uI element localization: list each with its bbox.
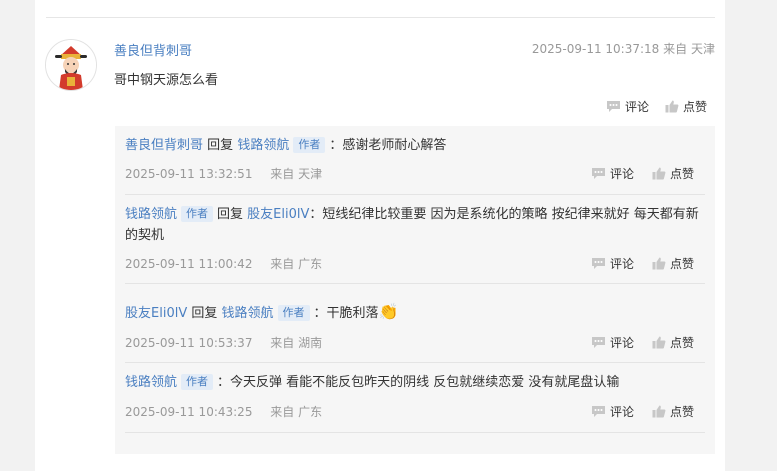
comment-like-button[interactable]: 点赞 bbox=[665, 98, 707, 115]
comment-reply-label: 评论 bbox=[624, 100, 649, 114]
reply-from-label: 来自 bbox=[270, 405, 295, 419]
reply-from-user[interactable]: 股友Eli0lV bbox=[125, 306, 187, 321]
reply-divider bbox=[125, 362, 705, 363]
reply-text: ：今天反弹 看能不能反包昨天的阴线 反包就继续恋爱 没有就尾盘认输 bbox=[217, 375, 620, 390]
caishen-avatar-icon bbox=[46, 40, 96, 90]
reply-word: 回复 bbox=[191, 306, 218, 321]
reply-location: 广东 bbox=[298, 257, 323, 271]
reply-from-label: 来自 bbox=[270, 257, 295, 271]
reply-like-label: 点赞 bbox=[669, 336, 694, 350]
reply-meta: 2025-09-11 10:43:25 来自 广东 bbox=[125, 403, 322, 420]
reply-text-line: 股友Eli0lV 回复 钱路领航 作者 ：干脆利落👏 bbox=[125, 301, 705, 324]
reply-like-button[interactable]: 点赞 bbox=[652, 165, 694, 182]
avatar[interactable] bbox=[45, 39, 97, 91]
reply-divider bbox=[125, 194, 705, 195]
reply-like-button[interactable]: 点赞 bbox=[652, 255, 694, 272]
author-badge: 作者 bbox=[181, 374, 214, 390]
clap-emoji: 👏 bbox=[378, 302, 399, 321]
thumbs-up-icon bbox=[652, 167, 666, 180]
comment-location: 天津 bbox=[690, 42, 715, 56]
reply-word: 回复 bbox=[207, 138, 234, 153]
comment-like-label: 点赞 bbox=[682, 100, 707, 114]
reply-meta: 2025-09-11 13:32:51 来自 天津 bbox=[125, 165, 322, 182]
reply-from-user[interactable]: 善良但背刺哥 bbox=[125, 138, 203, 153]
reply-text: ：干脆利落 bbox=[313, 306, 379, 321]
comment-author[interactable]: 善良但背刺哥 bbox=[114, 40, 192, 59]
thumbs-up-icon bbox=[652, 257, 666, 270]
reply-comment-button[interactable]: 评论 bbox=[591, 334, 634, 351]
reply-comment-button[interactable]: 评论 bbox=[591, 403, 634, 420]
thumbs-up-icon bbox=[665, 100, 679, 113]
reply-location: 广东 bbox=[298, 405, 323, 419]
reply-divider bbox=[125, 432, 705, 433]
reply-text-line: 钱路领航 作者 ：今天反弹 看能不能反包昨天的阴线 反包就继续恋爱 没有就尾盘认输 bbox=[125, 372, 705, 393]
reply-item: 善良但背刺哥 回复 钱路领航 作者 ：感谢老师耐心解答 2025-09-11 13:… bbox=[125, 135, 705, 195]
reply-location: 天津 bbox=[298, 167, 323, 181]
thumbs-up-icon bbox=[652, 405, 666, 418]
reply-from-label: 来自 bbox=[270, 167, 295, 181]
reply-time: 2025-09-11 11:00:42 bbox=[125, 257, 253, 271]
comment-card: 善良但背刺哥 2025-09-11 10:37:18 来自 天津 哥中钢天源怎么… bbox=[35, 0, 725, 471]
comment-icon bbox=[606, 101, 620, 112]
reply-location: 湖南 bbox=[298, 336, 323, 350]
reply-actions: 评论 点赞 bbox=[591, 403, 694, 420]
comment-icon bbox=[591, 406, 605, 417]
comment-icon bbox=[591, 337, 605, 348]
comment-time: 2025-09-11 10:37:18 bbox=[531, 42, 660, 56]
reply-comment-label: 评论 bbox=[609, 257, 634, 271]
reply-item: 钱路领航 作者 ：今天反弹 看能不能反包昨天的阴线 反包就继续恋爱 没有就尾盘认输 … bbox=[125, 372, 705, 433]
reply-like-button[interactable]: 点赞 bbox=[652, 403, 694, 420]
comment-meta: 2025-09-11 10:37:18 来自 天津 bbox=[532, 40, 715, 57]
reply-comment-label: 评论 bbox=[609, 167, 634, 181]
reply-item: 钱路领航 作者 回复 股友Eli0lV：短线纪律比较重要 因为是系统化的策略 按纪律… bbox=[125, 204, 705, 284]
comment-reply-button[interactable]: 评论 bbox=[606, 98, 649, 115]
reply-time: 2025-09-11 10:53:37 bbox=[125, 336, 253, 350]
reply-meta: 2025-09-11 11:00:42 来自 广东 bbox=[125, 255, 322, 272]
comment-text: 哥中钢天源怎么看 bbox=[114, 73, 219, 88]
reply-text-line: 善良但背刺哥 回复 钱路领航 作者 ：感谢老师耐心解答 bbox=[125, 135, 705, 156]
reply-to-user[interactable]: 股友Eli0lV bbox=[247, 207, 309, 222]
reply-comment-button[interactable]: 评论 bbox=[591, 255, 634, 272]
reply-from-label: 来自 bbox=[270, 336, 295, 350]
reply-word: 回复 bbox=[217, 207, 244, 222]
thumbs-up-icon bbox=[652, 336, 666, 349]
author-badge: 作者 bbox=[293, 137, 326, 153]
reply-from-user[interactable]: 钱路领航 bbox=[125, 207, 177, 222]
top-divider bbox=[46, 17, 715, 18]
reply-time: 2025-09-11 10:43:25 bbox=[125, 405, 253, 419]
reply-divider bbox=[125, 283, 705, 284]
reply-time: 2025-09-11 13:32:51 bbox=[125, 167, 253, 181]
reply-item: 股友Eli0lV 回复 钱路领航 作者 ：干脆利落👏 2025-09-11 10:5… bbox=[125, 301, 705, 363]
reply-actions: 评论 点赞 bbox=[591, 165, 694, 182]
comment-icon bbox=[591, 168, 605, 179]
reply-actions: 评论 点赞 bbox=[591, 255, 694, 272]
reply-comment-label: 评论 bbox=[609, 336, 634, 350]
reply-to-user[interactable]: 钱路领航 bbox=[222, 306, 274, 321]
author-badge: 作者 bbox=[181, 206, 214, 222]
reply-actions: 评论 点赞 bbox=[591, 334, 694, 351]
reply-like-label: 点赞 bbox=[669, 257, 694, 271]
reply-text-line: 钱路领航 作者 回复 股友Eli0lV：短线纪律比较重要 因为是系统化的策略 按纪律… bbox=[125, 204, 705, 246]
reply-comment-button[interactable]: 评论 bbox=[591, 165, 634, 182]
reply-like-label: 点赞 bbox=[669, 405, 694, 419]
reply-from-user[interactable]: 钱路领航 bbox=[125, 375, 177, 390]
comment-actions: 评论 点赞 bbox=[606, 98, 707, 115]
comment-from-label: 来自 bbox=[663, 42, 688, 56]
reply-text: ：感谢老师耐心解答 bbox=[329, 138, 447, 153]
reply-comment-label: 评论 bbox=[609, 405, 634, 419]
reply-like-label: 点赞 bbox=[669, 167, 694, 181]
author-badge: 作者 bbox=[277, 305, 310, 321]
reply-meta: 2025-09-11 10:53:37 来自 湖南 bbox=[125, 334, 322, 351]
reply-to-user[interactable]: 钱路领航 bbox=[237, 138, 289, 153]
comment-icon bbox=[591, 258, 605, 269]
reply-like-button[interactable]: 点赞 bbox=[652, 334, 694, 351]
reply-list: 善良但背刺哥 回复 钱路领航 作者 ：感谢老师耐心解答 2025-09-11 13:… bbox=[115, 126, 715, 454]
